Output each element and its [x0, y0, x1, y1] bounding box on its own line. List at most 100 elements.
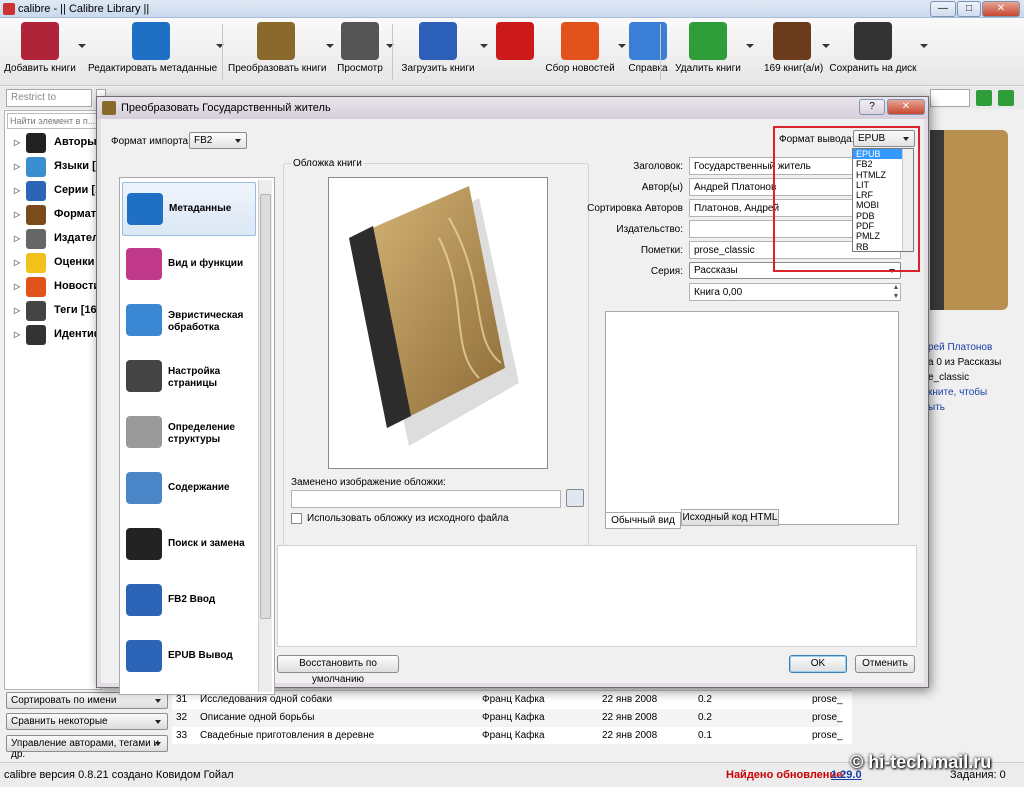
expand-arrow-icon[interactable]: ▷ [14, 330, 20, 339]
section-item[interactable]: Настройка страницы [122, 350, 256, 404]
tab-html-source[interactable]: Исходный код HTML [681, 509, 779, 526]
toolbar-label: Справка [628, 63, 668, 74]
section-item[interactable]: Вид и функции [122, 238, 256, 292]
expand-arrow-icon[interactable]: ▷ [14, 282, 20, 291]
book-date-cell: 22 янв 2008 [602, 694, 658, 705]
chevron-down-icon[interactable] [480, 44, 488, 48]
chevron-down-icon[interactable] [78, 44, 86, 48]
saved-search-combo[interactable] [930, 89, 970, 107]
manage-authors-button[interactable]: Управление авторами, тегами и др. [6, 735, 168, 760]
match-some-button[interactable]: Сравнить некоторые [6, 713, 168, 730]
calibre-app-icon [3, 3, 15, 15]
minimize-button[interactable]: — [930, 1, 956, 17]
section-list-scrollbar[interactable] [258, 180, 272, 692]
toolbar-news-button[interactable]: Сбор новостей [544, 20, 616, 84]
field-label: Сортировка Авторов [587, 203, 683, 214]
scrollbar-thumb[interactable] [260, 194, 271, 619]
tag-filter-input[interactable]: Найти элемент в п... [7, 113, 99, 129]
globe-icon [26, 157, 46, 177]
version-text: calibre версия 0.8.21 создано Ковидом Го… [4, 769, 234, 781]
chevron-down-icon[interactable] [618, 44, 626, 48]
help-button[interactable]: ? [859, 99, 885, 115]
toolbar-magnifier-button[interactable]: Просмотр [336, 20, 384, 84]
expand-arrow-icon[interactable]: ▷ [14, 210, 20, 219]
maximize-button[interactable]: □ [957, 1, 981, 17]
toolbar-heart-button[interactable] [494, 20, 536, 84]
spin-arrows-icon[interactable]: ▲ ▼ [891, 283, 901, 301]
tag-item[interactable]: ▷ Форматы [4, 204, 106, 226]
tag-label: Языки [2 [54, 160, 102, 172]
expand-arrow-icon[interactable]: ▷ [14, 258, 20, 267]
book-detail-line[interactable]: кните, чтобы [928, 385, 1001, 400]
expand-arrow-icon[interactable]: ▷ [14, 234, 20, 243]
close-button[interactable]: ✕ [982, 1, 1020, 17]
section-item[interactable]: Эвристическая обработка [122, 294, 256, 348]
toolbar-separator [660, 24, 661, 80]
toolbar-library-button[interactable]: 169 книг(а/и) [764, 20, 823, 84]
toolbar-globe-button[interactable]: Загрузить книги [398, 20, 478, 84]
expand-arrow-icon[interactable]: ▷ [14, 306, 20, 315]
chevron-down-icon[interactable] [920, 44, 928, 48]
toolbar-recycle-button[interactable]: Удалить книги [672, 20, 744, 84]
section-item[interactable]: FB2 Ввод [122, 574, 256, 628]
tag-item[interactable]: ▷ Серии [1 [4, 180, 102, 202]
input-format-combo[interactable]: FB2 [189, 132, 247, 149]
book-number-spin[interactable]: Книга 0,00 [689, 283, 901, 301]
heuristics-icon [126, 304, 162, 336]
chevron-down-icon[interactable] [326, 44, 334, 48]
dialog-close-button[interactable]: ✕ [887, 99, 925, 115]
toolbar-info-button[interactable]: Редактировать метаданные [88, 20, 217, 84]
save-search-icon[interactable] [976, 90, 992, 106]
toolbar-save-disk-button[interactable]: Сохранить на диск [828, 20, 918, 84]
tab-normal-view[interactable]: Обычный вид [605, 512, 681, 529]
book-tag-cell: prose_ [812, 730, 843, 741]
restrict-to-combo[interactable]: Restrict to [6, 89, 92, 107]
section-item[interactable]: Метаданные [122, 182, 256, 236]
book-detail-line[interactable]: ыть [928, 400, 1001, 415]
section-item[interactable]: Определение структуры [122, 406, 256, 460]
book-details: рей Платонов а 0 из Рассказы e_classic книт… [928, 340, 1001, 415]
toolbar-convert-button[interactable]: Преобразовать книги [228, 20, 326, 84]
document-icon [126, 416, 162, 448]
book-n-cell: 33 [176, 730, 188, 741]
table-row[interactable]: 32 Описание одной борьбы Франц Кафка 22 янв… [172, 709, 843, 727]
series-icon [26, 181, 46, 201]
expand-arrow-icon[interactable]: ▷ [14, 162, 20, 171]
add-book-icon [21, 22, 59, 60]
tag-item[interactable]: ▷ Оценки [4, 252, 102, 274]
section-item[interactable]: Содержание [122, 462, 256, 516]
restore-defaults-button[interactable]: Восстановить по умолчанию [277, 655, 399, 685]
output-format-dropdown[interactable]: EPUB FB2 HTMLZ LIT LRF MOBI PDB PDF PMLZ RB [852, 148, 914, 252]
book-icon [26, 205, 46, 225]
ok-button[interactable]: OK [789, 655, 847, 673]
book-n-cell: 32 [176, 712, 188, 723]
toolbar-label: Сбор новостей [545, 63, 615, 74]
tag-item[interactable]: ▷ Авторы [ [4, 132, 103, 154]
tag-item[interactable]: ▷ Идентиф [4, 324, 103, 346]
section-item[interactable]: Поиск и замена [122, 518, 256, 572]
table-row[interactable]: 33 Свадебные приготовления в деревне Франц… [172, 727, 843, 745]
expand-arrow-icon[interactable]: ▷ [14, 138, 20, 147]
use-source-cover-checkbox[interactable] [291, 513, 302, 524]
chevron-down-icon[interactable] [746, 44, 754, 48]
toolbar-help-button[interactable]: Справка [626, 20, 670, 84]
tag-item[interactable]: ▷ Теги [16] [4, 300, 102, 322]
tag-item[interactable]: ▷ Издатели [4, 228, 106, 250]
book-size-cell: 0.2 [698, 712, 712, 723]
tag-item[interactable]: ▷ Новости [4, 276, 102, 298]
cover-path-input[interactable] [291, 490, 561, 508]
comments-editor[interactable] [605, 311, 899, 525]
section-item[interactable]: EPUB Вывод [122, 630, 256, 684]
expand-arrow-icon[interactable]: ▷ [14, 186, 20, 195]
dialog-title: Преобразовать Государственный житель [121, 102, 331, 114]
browse-folder-icon[interactable] [566, 489, 584, 507]
tag-item[interactable]: ▷ Языки [2 [4, 156, 102, 178]
cancel-button[interactable]: Отменить [855, 655, 915, 673]
paint-icon [126, 248, 162, 280]
toolbar-add-book-button[interactable]: Добавить книги [4, 20, 76, 84]
convert-icon [102, 101, 116, 115]
dropdown-scrollbar[interactable] [902, 149, 913, 251]
help-text-panel [277, 545, 917, 647]
add-search-icon[interactable] [998, 90, 1014, 106]
book-size-cell: 0.2 [698, 694, 712, 705]
